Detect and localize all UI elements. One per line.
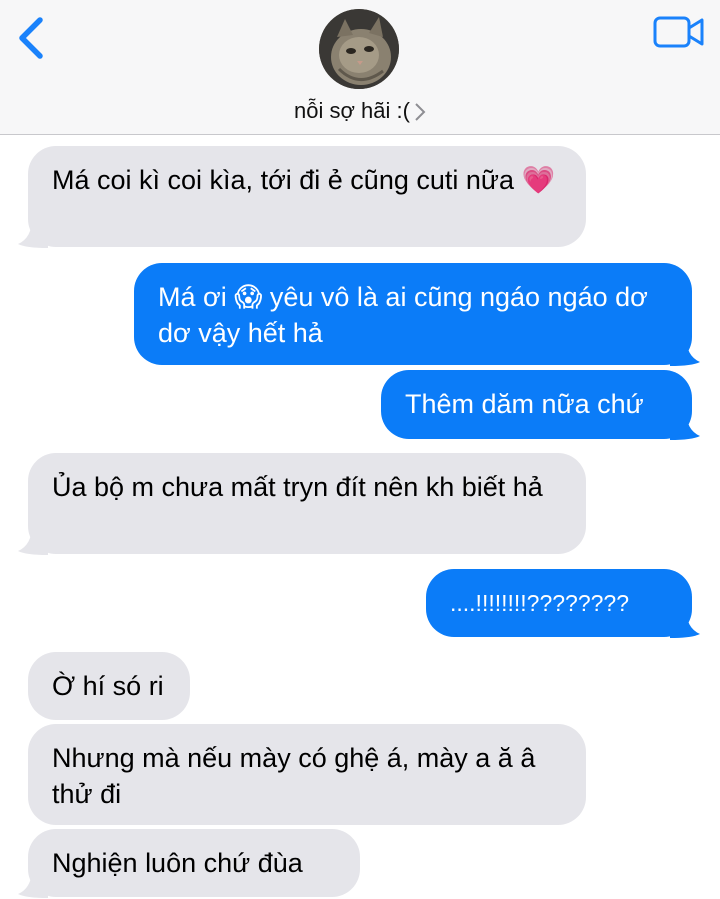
message-outgoing[interactable]: Má ơi 😱 yêu vô là ai cũng ngáo ngáo dơ d…: [134, 263, 692, 365]
message-incoming[interactable]: Má coi kì coi kìa, tới đi ẻ cũng cuti nữ…: [28, 146, 586, 247]
message-incoming[interactable]: Nghiện luôn chứ đùa: [28, 829, 360, 897]
chevron-left-icon: [19, 17, 43, 59]
message-text: ....!!!!!!!!????????: [450, 590, 630, 616]
message-text: Thêm dăm nữa chứ: [405, 389, 644, 419]
message-outgoing[interactable]: ....!!!!!!!!????????: [426, 569, 692, 637]
message-text: Má coi kì coi kìa, tới đi ẻ cũng cuti nữ…: [52, 165, 514, 195]
message-text: Ủa bộ m chưa mất tryn đít nên kh biết hả: [52, 472, 543, 502]
cat-avatar-image: [319, 9, 399, 89]
message-text: Má ơi 😱 yêu vô là ai cũng ngáo ngáo dơ d…: [158, 282, 648, 348]
message-incoming[interactable]: Ờ hí só ri: [28, 652, 190, 720]
message-incoming[interactable]: Ủa bộ m chưa mất tryn đít nên kh biết hả: [28, 453, 586, 554]
message-text: Ờ hí só ri: [52, 671, 164, 701]
contact-name-button[interactable]: nỗi sợ hãi :(: [0, 98, 720, 124]
message-text: Nghiện luôn chứ đùa: [52, 848, 303, 878]
message-text: Nhưng mà nếu mày có ghệ á, mày a ă â thử…: [52, 743, 536, 809]
chevron-right-icon: [415, 103, 426, 121]
heart-emoji: 💗: [521, 165, 556, 196]
avatar[interactable]: [319, 9, 399, 89]
conversation-header: nỗi sợ hãi :(: [0, 0, 720, 135]
video-camera-icon: [653, 16, 704, 48]
back-button[interactable]: [12, 14, 52, 64]
message-outgoing[interactable]: Thêm dăm nữa chứ: [381, 370, 692, 439]
contact-name: nỗi sợ hãi :(: [294, 98, 410, 123]
message-incoming[interactable]: Nhưng mà nếu mày có ghệ á, mày a ă â thử…: [28, 724, 586, 825]
video-call-button[interactable]: [652, 14, 706, 50]
